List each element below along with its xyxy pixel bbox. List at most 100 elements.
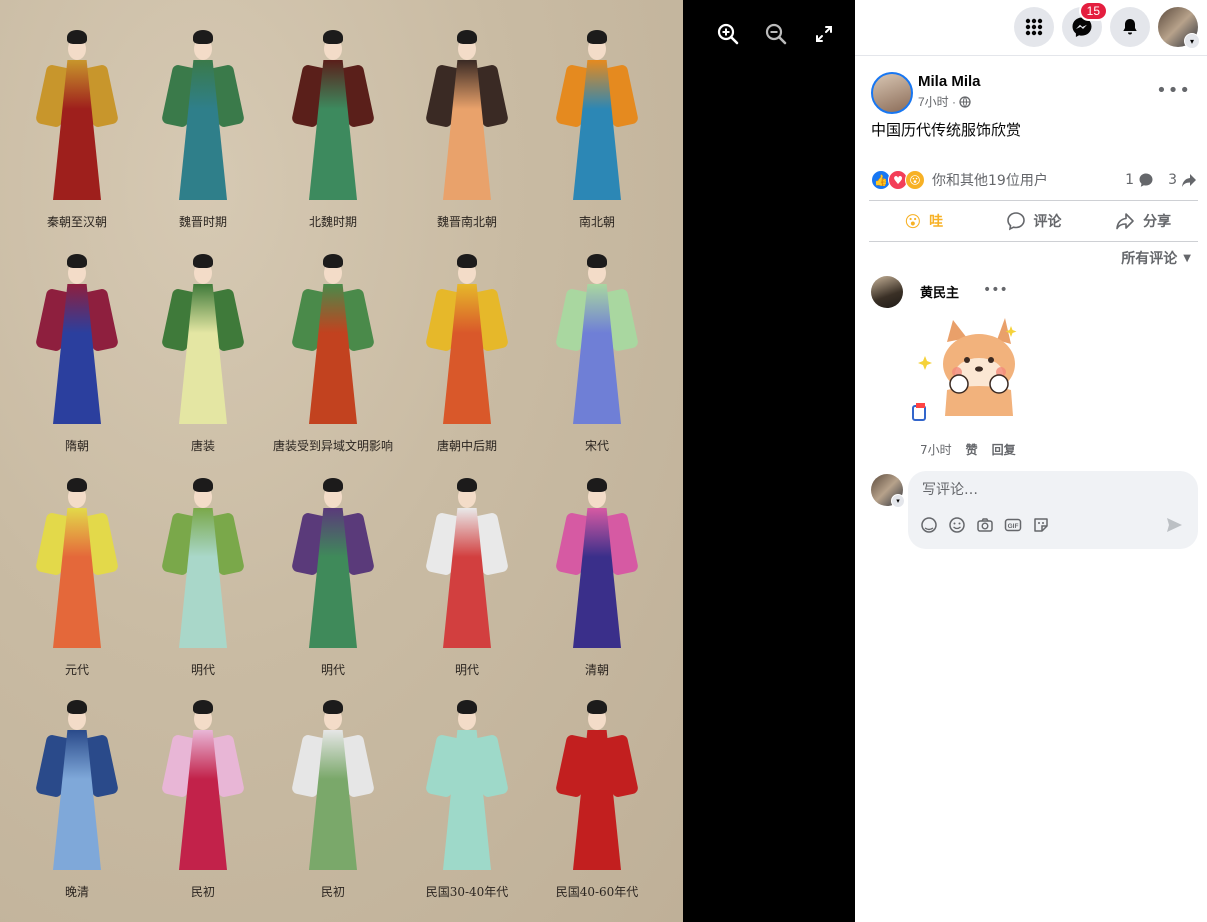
- zoom-out-button[interactable]: [762, 20, 790, 48]
- chevron-down-icon: ▾: [1184, 33, 1200, 49]
- avatar-sticker-icon[interactable]: [920, 516, 938, 534]
- figure-illustration: [35, 30, 119, 209]
- costume-label: 明代: [320, 663, 345, 677]
- emoji-icon[interactable]: [948, 516, 966, 534]
- caret-down-icon: ▼: [1183, 252, 1191, 264]
- costume-figure: 明代: [268, 478, 398, 678]
- costume-figure: 民国40-60年代: [532, 700, 662, 900]
- chevron-down-icon: ▾: [891, 494, 905, 508]
- fullscreen-icon: [816, 26, 832, 42]
- send-button[interactable]: [1165, 516, 1183, 534]
- my-avatar[interactable]: ▾: [871, 474, 905, 508]
- zoom-in-button[interactable]: [714, 20, 742, 48]
- post-meta: 7小时 ·: [918, 93, 971, 110]
- costume-label: 民初: [190, 885, 215, 899]
- comment-meta: 7小时 赞 回复: [920, 441, 1016, 458]
- figure-illustration: [291, 700, 375, 879]
- costume-label: 明代: [190, 663, 215, 677]
- share-icon: [1116, 213, 1134, 230]
- comment-label: 评论: [1033, 214, 1062, 230]
- figure-illustration: [555, 478, 639, 657]
- messenger-badge: 15: [1078, 1, 1108, 21]
- costume-label: 魏晋南北朝: [436, 215, 497, 229]
- figure-illustration: [161, 478, 245, 657]
- notifications-button[interactable]: [1110, 7, 1150, 47]
- author-avatar[interactable]: [871, 72, 913, 114]
- post-actions: 😮 哇 评论 分享: [869, 200, 1198, 242]
- costume-label: 宋代: [584, 439, 609, 453]
- reaction-summary[interactable]: 你和其他19位用户: [932, 170, 1048, 190]
- figure-illustration: [291, 30, 375, 209]
- comment-input[interactable]: [920, 479, 1184, 501]
- costume-figure: 北魏时期: [268, 30, 398, 230]
- costume-label: 晚清: [64, 885, 89, 899]
- send-icon: [1167, 518, 1182, 532]
- share-arrow-icon: [1182, 174, 1196, 187]
- more-dots-icon: •••: [1156, 80, 1191, 101]
- comment-composer: GIF: [908, 471, 1198, 549]
- share-count-value: 3: [1168, 172, 1177, 188]
- account-avatar-button[interactable]: ▾: [1158, 7, 1200, 49]
- figure-illustration: [425, 478, 509, 657]
- comment-sort-dropdown[interactable]: 所有评论 ▼: [1121, 248, 1191, 268]
- costume-figure: 秦朝至汉朝: [12, 30, 142, 230]
- comment-like-button[interactable]: 赞: [966, 441, 978, 458]
- photo-viewer: 秦朝至汉朝 魏晋时期 北魏时期 魏晋南北朝 南北朝隋朝 唐装 唐装受到异域文明影响 唐朝中后期…: [0, 0, 855, 922]
- costume-label: 唐装受到异域文明影响: [272, 439, 393, 453]
- costume-label: 清朝: [584, 663, 609, 677]
- post-more-options-button[interactable]: •••: [1156, 80, 1191, 101]
- zoom-out-icon: [765, 23, 787, 45]
- costume-label: 秦朝至汉朝: [46, 215, 107, 229]
- post-author[interactable]: Mila Mila: [918, 73, 981, 90]
- grid-menu-icon: [1025, 18, 1043, 36]
- figure-illustration: [555, 254, 639, 433]
- costume-figure: 唐装: [138, 254, 268, 454]
- react-button[interactable]: 😮 哇: [869, 201, 979, 241]
- gif-icon[interactable]: GIF: [1004, 516, 1022, 534]
- costume-figure: 隋朝: [12, 254, 142, 454]
- costume-figure: 民国30-40年代: [402, 700, 532, 900]
- costume-label: 魏晋时期: [178, 215, 227, 229]
- costume-label: 唐朝中后期: [436, 439, 497, 453]
- costume-figure: 明代: [138, 478, 268, 678]
- figure-illustration: [555, 30, 639, 209]
- figure-illustration: [35, 700, 119, 879]
- costume-figure: 唐装受到异域文明影响: [268, 254, 398, 454]
- commenter-avatar[interactable]: [871, 276, 903, 308]
- sticker-icon[interactable]: [1032, 516, 1050, 534]
- more-dots-icon: •••: [983, 282, 1008, 298]
- costume-figure: 民初: [268, 700, 398, 900]
- comment-button[interactable]: 评论: [979, 201, 1089, 241]
- post-text: 中国历代传统服饰欣赏: [871, 121, 1022, 139]
- post-side-panel: 15 ▾ Mila Mila 7小时 · ••• 中国历代传统服饰欣赏 👍 ♥ …: [855, 0, 1207, 922]
- figure-illustration: [35, 254, 119, 433]
- figure-illustration: [555, 700, 639, 879]
- costume-figure: 元代: [12, 478, 142, 678]
- costume-figure: 清朝: [532, 478, 662, 678]
- commenter-name[interactable]: 黄民主: [920, 282, 959, 301]
- figure-illustration: [425, 30, 509, 209]
- figure-illustration: [425, 254, 509, 433]
- post-time[interactable]: 7小时 ·: [918, 93, 956, 110]
- comment-more-options-button[interactable]: •••: [983, 282, 1008, 298]
- bell-icon: [1123, 19, 1137, 35]
- reactions-bar: 👍 ♥ 😮 你和其他19位用户 1 3: [871, 170, 1197, 190]
- costume-label: 北魏时期: [308, 215, 357, 229]
- share-count[interactable]: 3: [1168, 172, 1197, 188]
- comment-time[interactable]: 7小时: [920, 441, 952, 458]
- comment-count[interactable]: 1: [1125, 172, 1154, 188]
- zoom-in-icon: [717, 23, 739, 45]
- fullscreen-button[interactable]: [810, 20, 838, 48]
- costume-figure: 南北朝: [532, 30, 662, 230]
- comment-reply-button[interactable]: 回复: [992, 441, 1016, 458]
- costume-label: 民初: [320, 885, 345, 899]
- react-label: 哇: [929, 214, 944, 230]
- sort-label: 所有评论: [1121, 251, 1178, 267]
- costume-poster-image[interactable]: 秦朝至汉朝 魏晋时期 北魏时期 魏晋南北朝 南北朝隋朝 唐装 唐装受到异域文明影响 唐朝中后期…: [0, 0, 683, 922]
- camera-icon[interactable]: [976, 516, 994, 534]
- costume-figure: 魏晋时期: [138, 30, 268, 230]
- share-button[interactable]: 分享: [1088, 201, 1198, 241]
- messenger-button[interactable]: 15: [1062, 1, 1108, 47]
- menu-button[interactable]: [1014, 7, 1054, 47]
- comment-count-value: 1: [1125, 172, 1135, 188]
